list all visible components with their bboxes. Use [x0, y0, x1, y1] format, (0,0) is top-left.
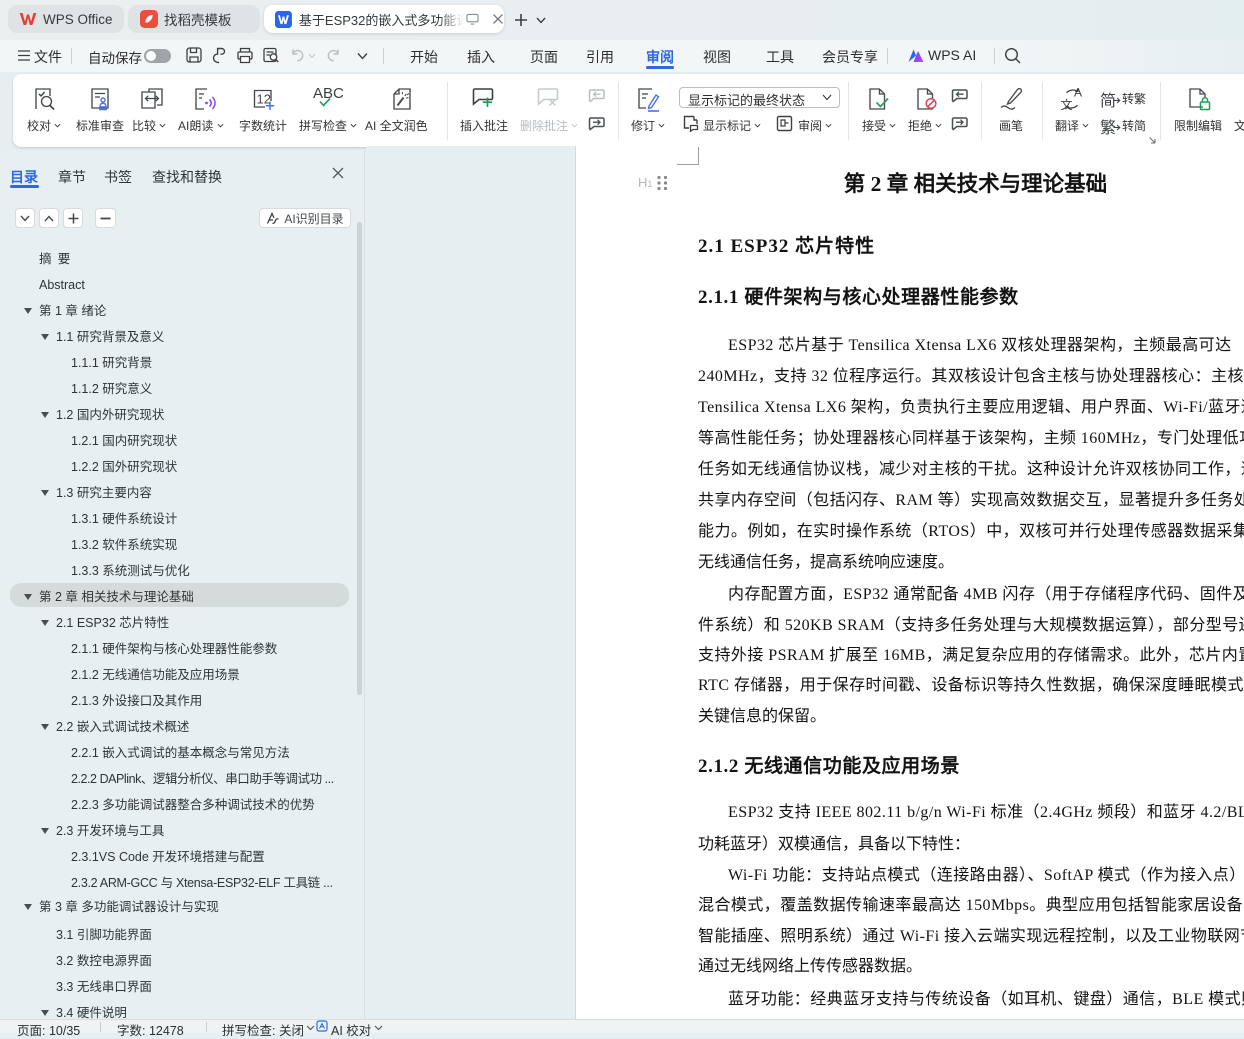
svg-text:文: 文	[1061, 97, 1073, 112]
svg-text:12: 12	[257, 92, 271, 107]
svg-text:A: A	[1074, 86, 1082, 100]
